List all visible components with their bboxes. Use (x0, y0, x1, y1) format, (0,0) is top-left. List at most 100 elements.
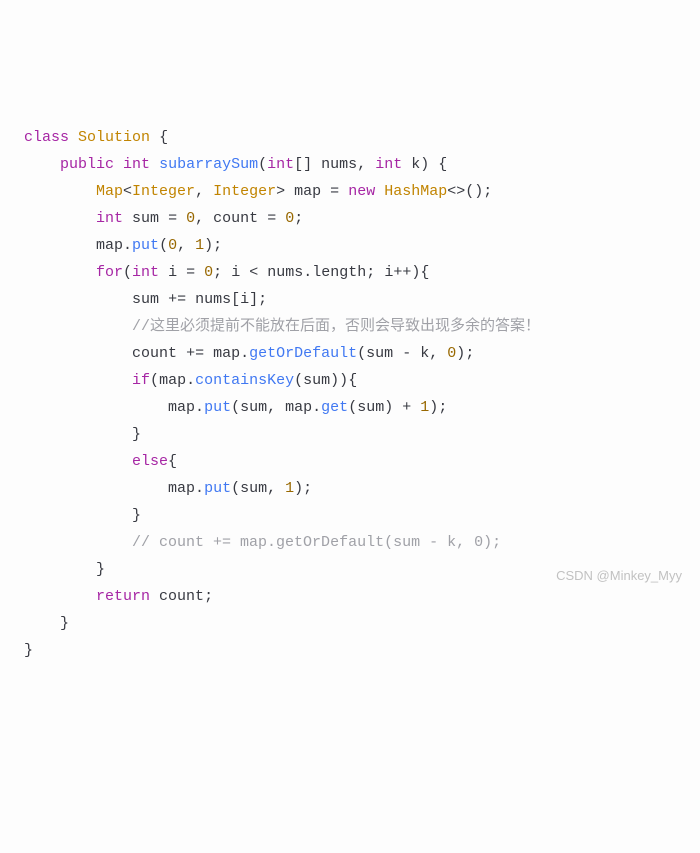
class-name: HashMap (384, 183, 447, 200)
brace: { (168, 453, 177, 470)
variable: nums (195, 291, 231, 308)
paren: ) (330, 372, 339, 389)
code-line: // count += map.getOrDefault(sum - k, 0)… (24, 529, 676, 556)
brace: } (60, 615, 69, 632)
semi: ; (303, 480, 312, 497)
variable: sum (132, 291, 159, 308)
code-line: sum += nums[i]; (24, 286, 676, 313)
variable: map (168, 399, 195, 416)
number: 0 (285, 210, 294, 227)
comment: // count += map.getOrDefault(sum - k, 0)… (132, 534, 501, 551)
keyword: new (348, 183, 375, 200)
brace: { (348, 372, 357, 389)
comma: , (177, 237, 186, 254)
op: ++ (393, 264, 411, 281)
variable: map (168, 480, 195, 497)
number: 0 (447, 345, 456, 362)
code-line: //这里必须提前不能放在后面，否则会导致出现多余的答案！ (24, 313, 676, 340)
brace: } (132, 507, 141, 524)
method: get (321, 399, 348, 416)
op: += (168, 291, 186, 308)
code-line: for(int i = 0; i < nums.length; i++){ (24, 259, 676, 286)
comma: , (195, 183, 204, 200)
op: = (168, 210, 177, 227)
paren: ) (429, 399, 438, 416)
keyword: int (123, 156, 150, 173)
paren: ( (231, 399, 240, 416)
semi: ; (465, 345, 474, 362)
keyword: if (132, 372, 150, 389)
method: containsKey (195, 372, 294, 389)
op: += (186, 345, 204, 362)
keyword: int (132, 264, 159, 281)
paren: ) (294, 480, 303, 497)
code-line: public int subarraySum(int[] nums, int k… (24, 151, 676, 178)
op: = (330, 183, 339, 200)
comma: , (267, 480, 276, 497)
code-line: } (24, 637, 676, 664)
variable: sum (303, 372, 330, 389)
semi: ; (258, 291, 267, 308)
variable: map (285, 399, 312, 416)
paren: ( (348, 399, 357, 416)
number: 0 (204, 264, 213, 281)
comment: //这里必须提前不能放在后面，否则会导致出现多余的答案！ (132, 318, 540, 335)
paren: ) (384, 399, 393, 416)
variable: count (132, 345, 177, 362)
code-line: map.put(0, 1); (24, 232, 676, 259)
dot: . (303, 264, 312, 281)
number: 1 (420, 399, 429, 416)
paren: ( (159, 237, 168, 254)
variable: i (240, 291, 249, 308)
semi: ; (213, 264, 222, 281)
method: put (204, 399, 231, 416)
variable: sum (357, 399, 384, 416)
variable: map (159, 372, 186, 389)
code-line: class Solution { (24, 124, 676, 151)
bracket: ] (249, 291, 258, 308)
method: getOrDefault (249, 345, 357, 362)
keyword: public (60, 156, 114, 173)
watermark: CSDN @Minkey_Myy (556, 564, 682, 587)
op: < (249, 264, 258, 281)
paren: ( (231, 480, 240, 497)
class-name: Map (96, 183, 123, 200)
variable: count (213, 210, 258, 227)
keyword-class: class (24, 129, 69, 146)
variable: sum (366, 345, 393, 362)
paren: ) (204, 237, 213, 254)
variable: nums (267, 264, 303, 281)
code-line: count += map.getOrDefault(sum - k, 0); (24, 340, 676, 367)
brace: { (420, 264, 429, 281)
comma: , (267, 399, 276, 416)
paren: ( (357, 345, 366, 362)
semi: ; (483, 183, 492, 200)
brace: } (132, 426, 141, 443)
variable: i (231, 264, 240, 281)
angle: < (123, 183, 132, 200)
bracket: [ (231, 291, 240, 308)
variable: map (213, 345, 240, 362)
dot: . (312, 399, 321, 416)
semi: ; (438, 399, 447, 416)
class-name: Solution (78, 129, 150, 146)
brackets: [] (294, 156, 312, 173)
property: length (312, 264, 366, 281)
paren: () (465, 183, 483, 200)
variable: i (384, 264, 393, 281)
keyword: int (267, 156, 294, 173)
method: put (204, 480, 231, 497)
brace: { (438, 156, 447, 173)
variable: map (96, 237, 123, 254)
code-line: } (24, 502, 676, 529)
comma: , (195, 210, 204, 227)
code-line: else{ (24, 448, 676, 475)
dot: . (195, 480, 204, 497)
paren: ) (339, 372, 348, 389)
variable: map (294, 183, 321, 200)
variable: sum (132, 210, 159, 227)
number: 1 (195, 237, 204, 254)
code-line: int sum = 0, count = 0; (24, 205, 676, 232)
class-name: Integer (132, 183, 195, 200)
paren: ( (294, 372, 303, 389)
